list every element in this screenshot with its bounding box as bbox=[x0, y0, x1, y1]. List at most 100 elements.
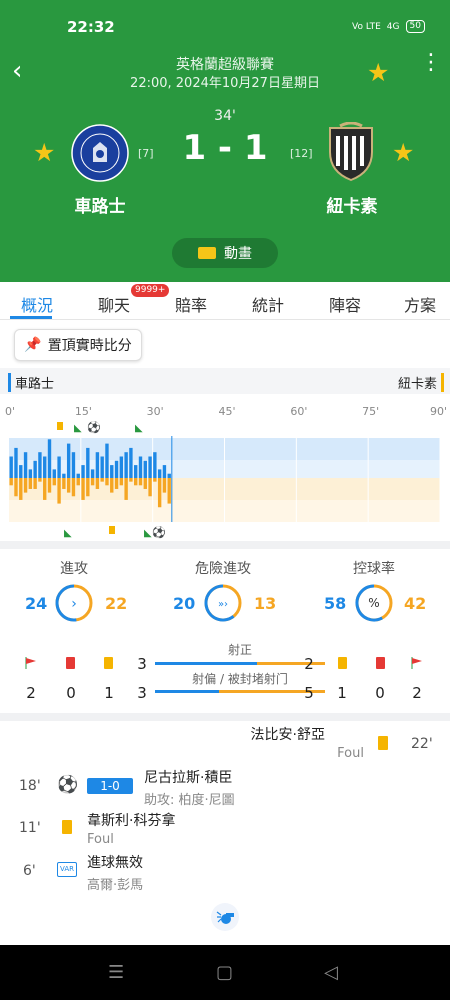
signal-icon: 4G bbox=[386, 21, 400, 32]
chelsea-logo[interactable] bbox=[71, 124, 129, 182]
away-corner-flag-icon bbox=[411, 657, 422, 669]
away-red-cards: 0 bbox=[375, 684, 385, 702]
home-favorite-star-icon[interactable]: ★ bbox=[33, 140, 55, 165]
event-detail: 高爾·彭馬 bbox=[87, 878, 144, 893]
away-pressure-bar bbox=[14, 478, 18, 497]
home-pressure-bar bbox=[9, 456, 13, 478]
pin-live-score-button[interactable]: 📌 置頂實時比分 bbox=[14, 329, 142, 361]
home-pressure-bar bbox=[52, 469, 56, 478]
timeline-home-label: 車路士 bbox=[8, 373, 54, 392]
active-tab-indicator bbox=[10, 316, 52, 319]
off-target-home: 3 bbox=[137, 684, 147, 702]
home-corners: 2 bbox=[26, 684, 36, 702]
home-pressure-bar bbox=[162, 465, 167, 478]
away-favorite-star-icon[interactable]: ★ bbox=[392, 140, 414, 165]
home-pressure-bar bbox=[38, 452, 42, 478]
corner-marker: ◣ bbox=[135, 423, 143, 434]
tab-stats[interactable]: 統計 bbox=[252, 292, 284, 316]
pressure-chart: ◣ ⚽ ◣ ◣ ◣ ⚽ bbox=[9, 421, 441, 539]
home-team-name[interactable]: 車路士 bbox=[40, 192, 160, 217]
away-pressure-bar bbox=[148, 478, 152, 497]
home-icon[interactable]: ▢ bbox=[216, 962, 233, 983]
tab-odds[interactable]: 賠率 bbox=[175, 292, 207, 316]
home-pressure-bar bbox=[157, 469, 162, 478]
away-pressure-bar bbox=[134, 478, 138, 486]
tab-overview[interactable]: 概況 bbox=[21, 292, 53, 316]
possession-label: 控球率 bbox=[353, 561, 395, 577]
attack-home: 24 bbox=[25, 594, 48, 613]
whistle-icon bbox=[211, 903, 239, 931]
home-pressure-bar bbox=[143, 460, 147, 478]
timeline-away-label: 紐卡素 bbox=[398, 373, 444, 392]
home-corner-flag-icon bbox=[25, 657, 36, 669]
away-pressure-bar bbox=[110, 478, 114, 493]
match-header: 22:32 Vo LTE 4G 50 ‹ 英格蘭超級聯賽 22:00, 2024… bbox=[0, 0, 450, 282]
yellow-card-icon bbox=[378, 736, 388, 750]
goal-marker: ⚽ bbox=[86, 421, 101, 434]
tab-lineup[interactable]: 陣容 bbox=[329, 292, 361, 316]
timeline-tick: 90' bbox=[430, 405, 448, 418]
away-pressure-bar bbox=[138, 478, 143, 486]
newcastle-logo[interactable] bbox=[322, 122, 380, 182]
attack-away: 22 bbox=[105, 594, 128, 613]
home-pressure-bar bbox=[47, 439, 52, 478]
away-yellow-card-icon bbox=[338, 657, 347, 669]
attack-ring: › bbox=[55, 584, 93, 622]
status-icons: Vo LTE 4G 50 bbox=[352, 20, 425, 33]
event-player[interactable]: 進球無效 bbox=[87, 852, 143, 872]
away-pressure-bar bbox=[114, 478, 119, 489]
possession-ring: % bbox=[355, 584, 393, 622]
back-nav-icon[interactable]: ◁ bbox=[324, 962, 338, 983]
timeline-team-row bbox=[0, 368, 450, 394]
goal-ball-icon: ⚽ bbox=[57, 775, 79, 795]
away-yellow-cards: 1 bbox=[337, 684, 347, 702]
event-minute: 6' bbox=[23, 863, 36, 879]
event-detail: 助攻: 柏度·尼圖 bbox=[144, 793, 235, 808]
timeline-tick: 0' bbox=[5, 405, 16, 418]
home-pressure-bar bbox=[57, 456, 61, 478]
event-detail: Foul bbox=[87, 832, 114, 847]
corner-marker: ◣ bbox=[64, 528, 72, 539]
home-pressure-bar bbox=[134, 465, 138, 478]
away-pressure-bar bbox=[105, 478, 109, 486]
more-menu-icon[interactable]: ⋮ bbox=[420, 52, 442, 74]
chevron-right-icon: › bbox=[71, 596, 77, 612]
match-screen: 22:32 Vo LTE 4G 50 ‹ 英格蘭超級聯賽 22:00, 2024… bbox=[0, 0, 450, 1000]
away-pressure-bar bbox=[100, 478, 104, 482]
home-rank: [7] bbox=[138, 147, 154, 160]
home-pressure-bar bbox=[138, 456, 143, 478]
goal-score-pill: 1-0 bbox=[87, 778, 133, 794]
recent-apps-icon[interactable]: ☰ bbox=[108, 962, 124, 983]
favorite-match-star-icon[interactable]: ★ bbox=[367, 60, 389, 85]
away-pressure-bar bbox=[57, 478, 61, 504]
tab-chat[interactable]: 聊天 bbox=[98, 292, 130, 316]
away-pressure-bar bbox=[129, 478, 133, 482]
status-time: 22:32 bbox=[67, 18, 115, 36]
home-pressure-bar bbox=[119, 456, 124, 478]
away-pressure-bar bbox=[95, 478, 100, 489]
home-red-card-icon bbox=[66, 657, 75, 669]
away-pressure-bar bbox=[153, 478, 157, 482]
away-pressure-bar bbox=[52, 478, 56, 486]
tab-plans[interactable]: 方案 bbox=[404, 292, 436, 316]
event-player[interactable]: 法比安·舒亞 bbox=[251, 724, 325, 744]
away-red-card-icon bbox=[376, 657, 385, 669]
var-icon: VAR bbox=[57, 862, 77, 877]
away-pressure-bar bbox=[33, 478, 37, 489]
on-target-home: 3 bbox=[137, 655, 147, 673]
corner-marker: ◣ bbox=[74, 423, 82, 434]
timeline-tick: 75' bbox=[362, 405, 380, 418]
away-pressure-bar bbox=[62, 478, 66, 489]
animation-button[interactable]: 動畫 bbox=[172, 238, 278, 268]
event-player[interactable]: 韋斯利·科芬拿 bbox=[87, 810, 175, 830]
animation-label: 動畫 bbox=[224, 246, 252, 262]
away-pressure-bar bbox=[23, 478, 28, 493]
off-target-away: 5 bbox=[304, 684, 314, 702]
event-player[interactable]: 尼古拉斯·積臣 bbox=[144, 767, 232, 787]
away-team-name[interactable]: 紐卡素 bbox=[292, 192, 412, 217]
divider bbox=[0, 541, 450, 549]
away-pressure-bar bbox=[43, 478, 47, 500]
home-yellow-card-icon bbox=[104, 657, 113, 669]
home-pressure-bar bbox=[71, 452, 76, 478]
home-pressure-bar bbox=[114, 460, 119, 478]
